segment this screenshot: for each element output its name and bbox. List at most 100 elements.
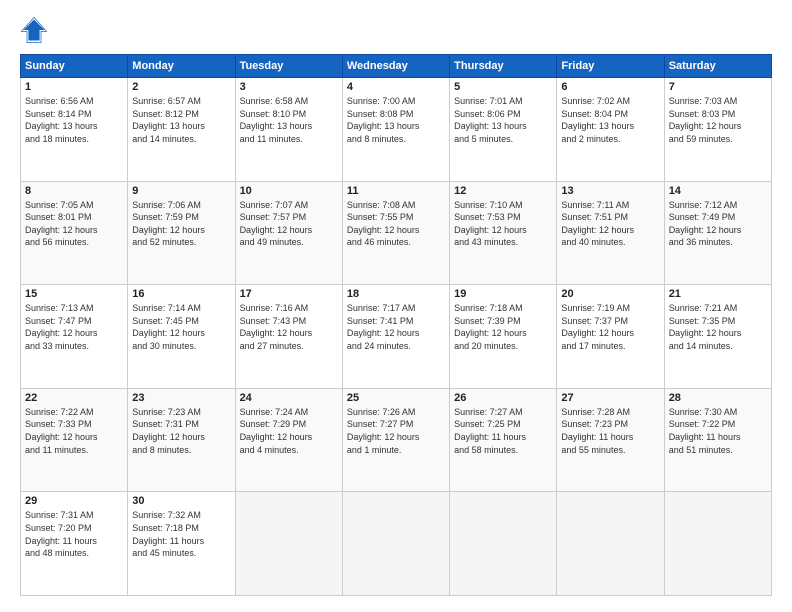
day-info: Sunrise: 7:23 AMSunset: 7:31 PMDaylight:… [132, 406, 230, 456]
day-info: Sunrise: 7:01 AMSunset: 8:06 PMDaylight:… [454, 95, 552, 145]
day-info: Sunrise: 7:31 AMSunset: 7:20 PMDaylight:… [25, 509, 123, 559]
day-number: 14 [669, 185, 767, 197]
calendar-cell: 21 Sunrise: 7:21 AMSunset: 7:35 PMDayligh… [664, 285, 771, 389]
day-number: 24 [240, 392, 338, 404]
calendar-cell: 16 Sunrise: 7:14 AMSunset: 7:45 PMDayligh… [128, 285, 235, 389]
day-number: 18 [347, 288, 445, 300]
calendar-cell: 2 Sunrise: 6:57 AMSunset: 8:12 PMDaylight… [128, 78, 235, 182]
day-info: Sunrise: 7:05 AMSunset: 8:01 PMDaylight:… [25, 199, 123, 249]
day-info: Sunrise: 7:26 AMSunset: 7:27 PMDaylight:… [347, 406, 445, 456]
calendar-cell: 30Sunrise: 7:32 AMSunset: 7:18 PMDayligh… [128, 492, 235, 596]
day-info: Sunrise: 7:27 AMSunset: 7:25 PMDaylight:… [454, 406, 552, 456]
calendar-cell: 29 Sunrise: 7:31 AMSunset: 7:20 PMDayligh… [21, 492, 128, 596]
day-number: 28 [669, 392, 767, 404]
calendar-row: 15 Sunrise: 7:13 AMSunset: 7:47 PMDayligh… [21, 285, 772, 389]
calendar-cell: 17 Sunrise: 7:16 AMSunset: 7:43 PMDayligh… [235, 285, 342, 389]
day-info: Sunrise: 7:19 AMSunset: 7:37 PMDaylight:… [561, 302, 659, 352]
day-info: Sunrise: 7:28 AMSunset: 7:23 PMDaylight:… [561, 406, 659, 456]
calendar-cell: 1 Sunrise: 6:56 AMSunset: 8:14 PMDaylight… [21, 78, 128, 182]
day-number: 30 [132, 495, 230, 507]
calendar-cell: 14 Sunrise: 7:12 AMSunset: 7:49 PMDayligh… [664, 181, 771, 285]
day-number: 10 [240, 185, 338, 197]
day-number: 22 [25, 392, 123, 404]
day-number: 11 [347, 185, 445, 197]
calendar-cell: 15 Sunrise: 7:13 AMSunset: 7:47 PMDayligh… [21, 285, 128, 389]
day-number: 8 [25, 185, 123, 197]
calendar-cell: 4 Sunrise: 7:00 AMSunset: 8:08 PMDaylight… [342, 78, 449, 182]
day-info: Sunrise: 7:10 AMSunset: 7:53 PMDaylight:… [454, 199, 552, 249]
page: Sunday Monday Tuesday Wednesday Thursday… [0, 0, 792, 612]
calendar-cell: 6 Sunrise: 7:02 AMSunset: 8:04 PMDaylight… [557, 78, 664, 182]
day-info: Sunrise: 7:14 AMSunset: 7:45 PMDaylight:… [132, 302, 230, 352]
day-number: 12 [454, 185, 552, 197]
calendar-cell: 26 Sunrise: 7:27 AMSunset: 7:25 PMDayligh… [450, 388, 557, 492]
day-info: Sunrise: 7:30 AMSunset: 7:22 PMDaylight:… [669, 406, 767, 456]
calendar-cell: 8 Sunrise: 7:05 AMSunset: 8:01 PMDaylight… [21, 181, 128, 285]
day-number: 21 [669, 288, 767, 300]
day-info: Sunrise: 7:24 AMSunset: 7:29 PMDaylight:… [240, 406, 338, 456]
day-info: Sunrise: 7:07 AMSunset: 7:57 PMDaylight:… [240, 199, 338, 249]
day-number: 19 [454, 288, 552, 300]
calendar-cell [342, 492, 449, 596]
calendar-cell: 12 Sunrise: 7:10 AMSunset: 7:53 PMDayligh… [450, 181, 557, 285]
day-info: Sunrise: 6:58 AMSunset: 8:10 PMDaylight:… [240, 95, 338, 145]
day-number: 3 [240, 81, 338, 93]
col-friday: Friday [557, 55, 664, 78]
calendar-cell: 22 Sunrise: 7:22 AMSunset: 7:33 PMDayligh… [21, 388, 128, 492]
col-thursday: Thursday [450, 55, 557, 78]
header [20, 16, 772, 44]
day-number: 25 [347, 392, 445, 404]
logo-icon [20, 16, 48, 44]
logo [20, 16, 52, 44]
day-number: 1 [25, 81, 123, 93]
calendar-row: 8 Sunrise: 7:05 AMSunset: 8:01 PMDaylight… [21, 181, 772, 285]
col-monday: Monday [128, 55, 235, 78]
col-tuesday: Tuesday [235, 55, 342, 78]
day-info: Sunrise: 7:08 AMSunset: 7:55 PMDaylight:… [347, 199, 445, 249]
day-number: 4 [347, 81, 445, 93]
calendar-cell: 11 Sunrise: 7:08 AMSunset: 7:55 PMDayligh… [342, 181, 449, 285]
day-info: Sunrise: 6:57 AMSunset: 8:12 PMDaylight:… [132, 95, 230, 145]
day-number: 23 [132, 392, 230, 404]
day-number: 9 [132, 185, 230, 197]
day-info: Sunrise: 7:11 AMSunset: 7:51 PMDaylight:… [561, 199, 659, 249]
calendar-cell: 25 Sunrise: 7:26 AMSunset: 7:27 PMDayligh… [342, 388, 449, 492]
calendar-cell: 18 Sunrise: 7:17 AMSunset: 7:41 PMDayligh… [342, 285, 449, 389]
calendar-row: 22 Sunrise: 7:22 AMSunset: 7:33 PMDayligh… [21, 388, 772, 492]
day-info: Sunrise: 7:02 AMSunset: 8:04 PMDaylight:… [561, 95, 659, 145]
day-number: 13 [561, 185, 659, 197]
day-info: Sunrise: 7:21 AMSunset: 7:35 PMDaylight:… [669, 302, 767, 352]
calendar-cell: 24 Sunrise: 7:24 AMSunset: 7:29 PMDayligh… [235, 388, 342, 492]
col-sunday: Sunday [21, 55, 128, 78]
calendar-cell [664, 492, 771, 596]
day-info: Sunrise: 6:56 AMSunset: 8:14 PMDaylight:… [25, 95, 123, 145]
day-number: 17 [240, 288, 338, 300]
calendar-table: Sunday Monday Tuesday Wednesday Thursday… [20, 54, 772, 596]
day-number: 6 [561, 81, 659, 93]
header-row: Sunday Monday Tuesday Wednesday Thursday… [21, 55, 772, 78]
day-info: Sunrise: 7:18 AMSunset: 7:39 PMDaylight:… [454, 302, 552, 352]
day-number: 16 [132, 288, 230, 300]
day-info: Sunrise: 7:06 AMSunset: 7:59 PMDaylight:… [132, 199, 230, 249]
calendar-cell: 19 Sunrise: 7:18 AMSunset: 7:39 PMDayligh… [450, 285, 557, 389]
calendar-cell: 23 Sunrise: 7:23 AMSunset: 7:31 PMDayligh… [128, 388, 235, 492]
day-number: 15 [25, 288, 123, 300]
calendar-cell: 7Sunrise: 7:03 AMSunset: 8:03 PMDaylight… [664, 78, 771, 182]
calendar-cell: 9 Sunrise: 7:06 AMSunset: 7:59 PMDaylight… [128, 181, 235, 285]
calendar-cell [557, 492, 664, 596]
calendar-cell [235, 492, 342, 596]
day-number: 29 [25, 495, 123, 507]
day-info: Sunrise: 7:00 AMSunset: 8:08 PMDaylight:… [347, 95, 445, 145]
day-number: 20 [561, 288, 659, 300]
day-number: 26 [454, 392, 552, 404]
day-number: 7 [669, 81, 767, 93]
day-info: Sunrise: 7:13 AMSunset: 7:47 PMDaylight:… [25, 302, 123, 352]
day-info: Sunrise: 7:16 AMSunset: 7:43 PMDaylight:… [240, 302, 338, 352]
day-number: 5 [454, 81, 552, 93]
day-info: Sunrise: 7:17 AMSunset: 7:41 PMDaylight:… [347, 302, 445, 352]
day-number: 27 [561, 392, 659, 404]
day-info: Sunrise: 7:12 AMSunset: 7:49 PMDaylight:… [669, 199, 767, 249]
day-info: Sunrise: 7:22 AMSunset: 7:33 PMDaylight:… [25, 406, 123, 456]
day-number: 2 [132, 81, 230, 93]
calendar-cell: 3 Sunrise: 6:58 AMSunset: 8:10 PMDaylight… [235, 78, 342, 182]
